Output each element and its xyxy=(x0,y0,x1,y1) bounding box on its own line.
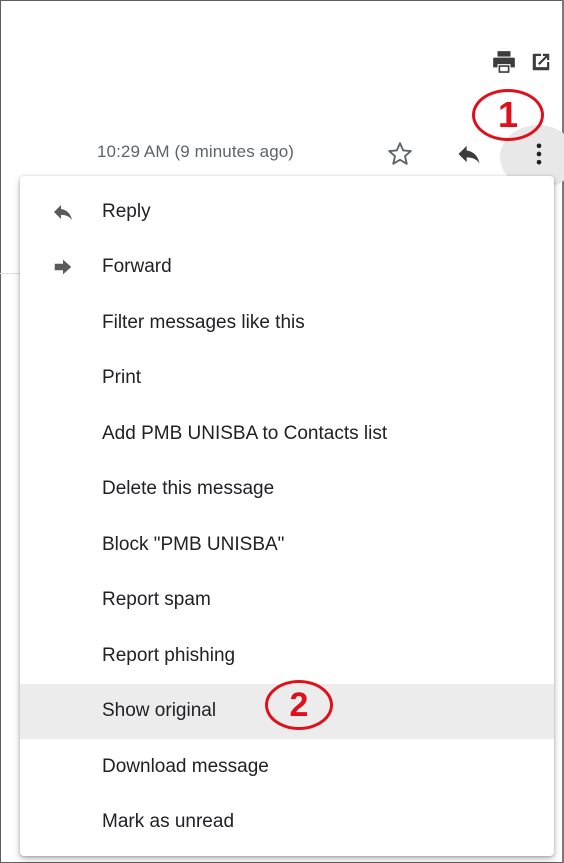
menu-item-label: Mark as unread xyxy=(102,811,235,833)
menu-item-label: Report phishing xyxy=(102,644,236,666)
menu-item-print[interactable]: Print xyxy=(20,351,554,407)
message-options-menu: Reply Forward Filter messages like this … xyxy=(20,176,554,856)
menu-item-label: Download message xyxy=(102,755,269,777)
menu-item-report-spam[interactable]: Report spam xyxy=(20,573,554,629)
menu-item-label: Reply xyxy=(102,200,151,222)
forward-icon xyxy=(50,254,76,280)
menu-item-label: Forward xyxy=(102,256,172,278)
print-icon[interactable] xyxy=(488,46,520,78)
menu-item-delete-message[interactable]: Delete this message xyxy=(20,462,554,518)
menu-item-filter-messages[interactable]: Filter messages like this xyxy=(20,295,554,351)
menu-item-label: Delete this message xyxy=(102,478,275,500)
reply-icon[interactable] xyxy=(449,136,489,172)
menu-item-label: Print xyxy=(102,367,142,389)
menu-item-block-sender[interactable]: Block "PMB UNISBA" xyxy=(20,517,554,573)
menu-item-label: Block "PMB UNISBA" xyxy=(102,533,285,555)
reply-icon xyxy=(50,199,76,225)
more-vert-icon[interactable] xyxy=(519,134,559,174)
menu-item-forward[interactable]: Forward xyxy=(20,240,554,296)
menu-item-label: Add PMB UNISBA to Contacts list xyxy=(102,422,388,444)
menu-item-mark-as-unread[interactable]: Mark as unread xyxy=(20,795,554,851)
open-in-new-window-icon[interactable] xyxy=(525,46,557,78)
annotation-step-1: 1 xyxy=(472,89,544,141)
menu-item-label: Report spam xyxy=(102,589,211,611)
star-icon[interactable] xyxy=(382,136,418,172)
menu-item-reply[interactable]: Reply xyxy=(20,184,554,240)
menu-item-download-message[interactable]: Download message xyxy=(20,739,554,795)
menu-item-label: Filter messages like this xyxy=(102,311,305,333)
menu-item-label: Show original xyxy=(102,700,217,722)
annotation-step-2: 2 xyxy=(265,680,333,730)
message-timestamp: 10:29 AM (9 minutes ago) xyxy=(97,142,295,161)
menu-item-add-to-contacts[interactable]: Add PMB UNISBA to Contacts list xyxy=(20,406,554,462)
menu-item-report-phishing[interactable]: Report phishing xyxy=(20,628,554,684)
